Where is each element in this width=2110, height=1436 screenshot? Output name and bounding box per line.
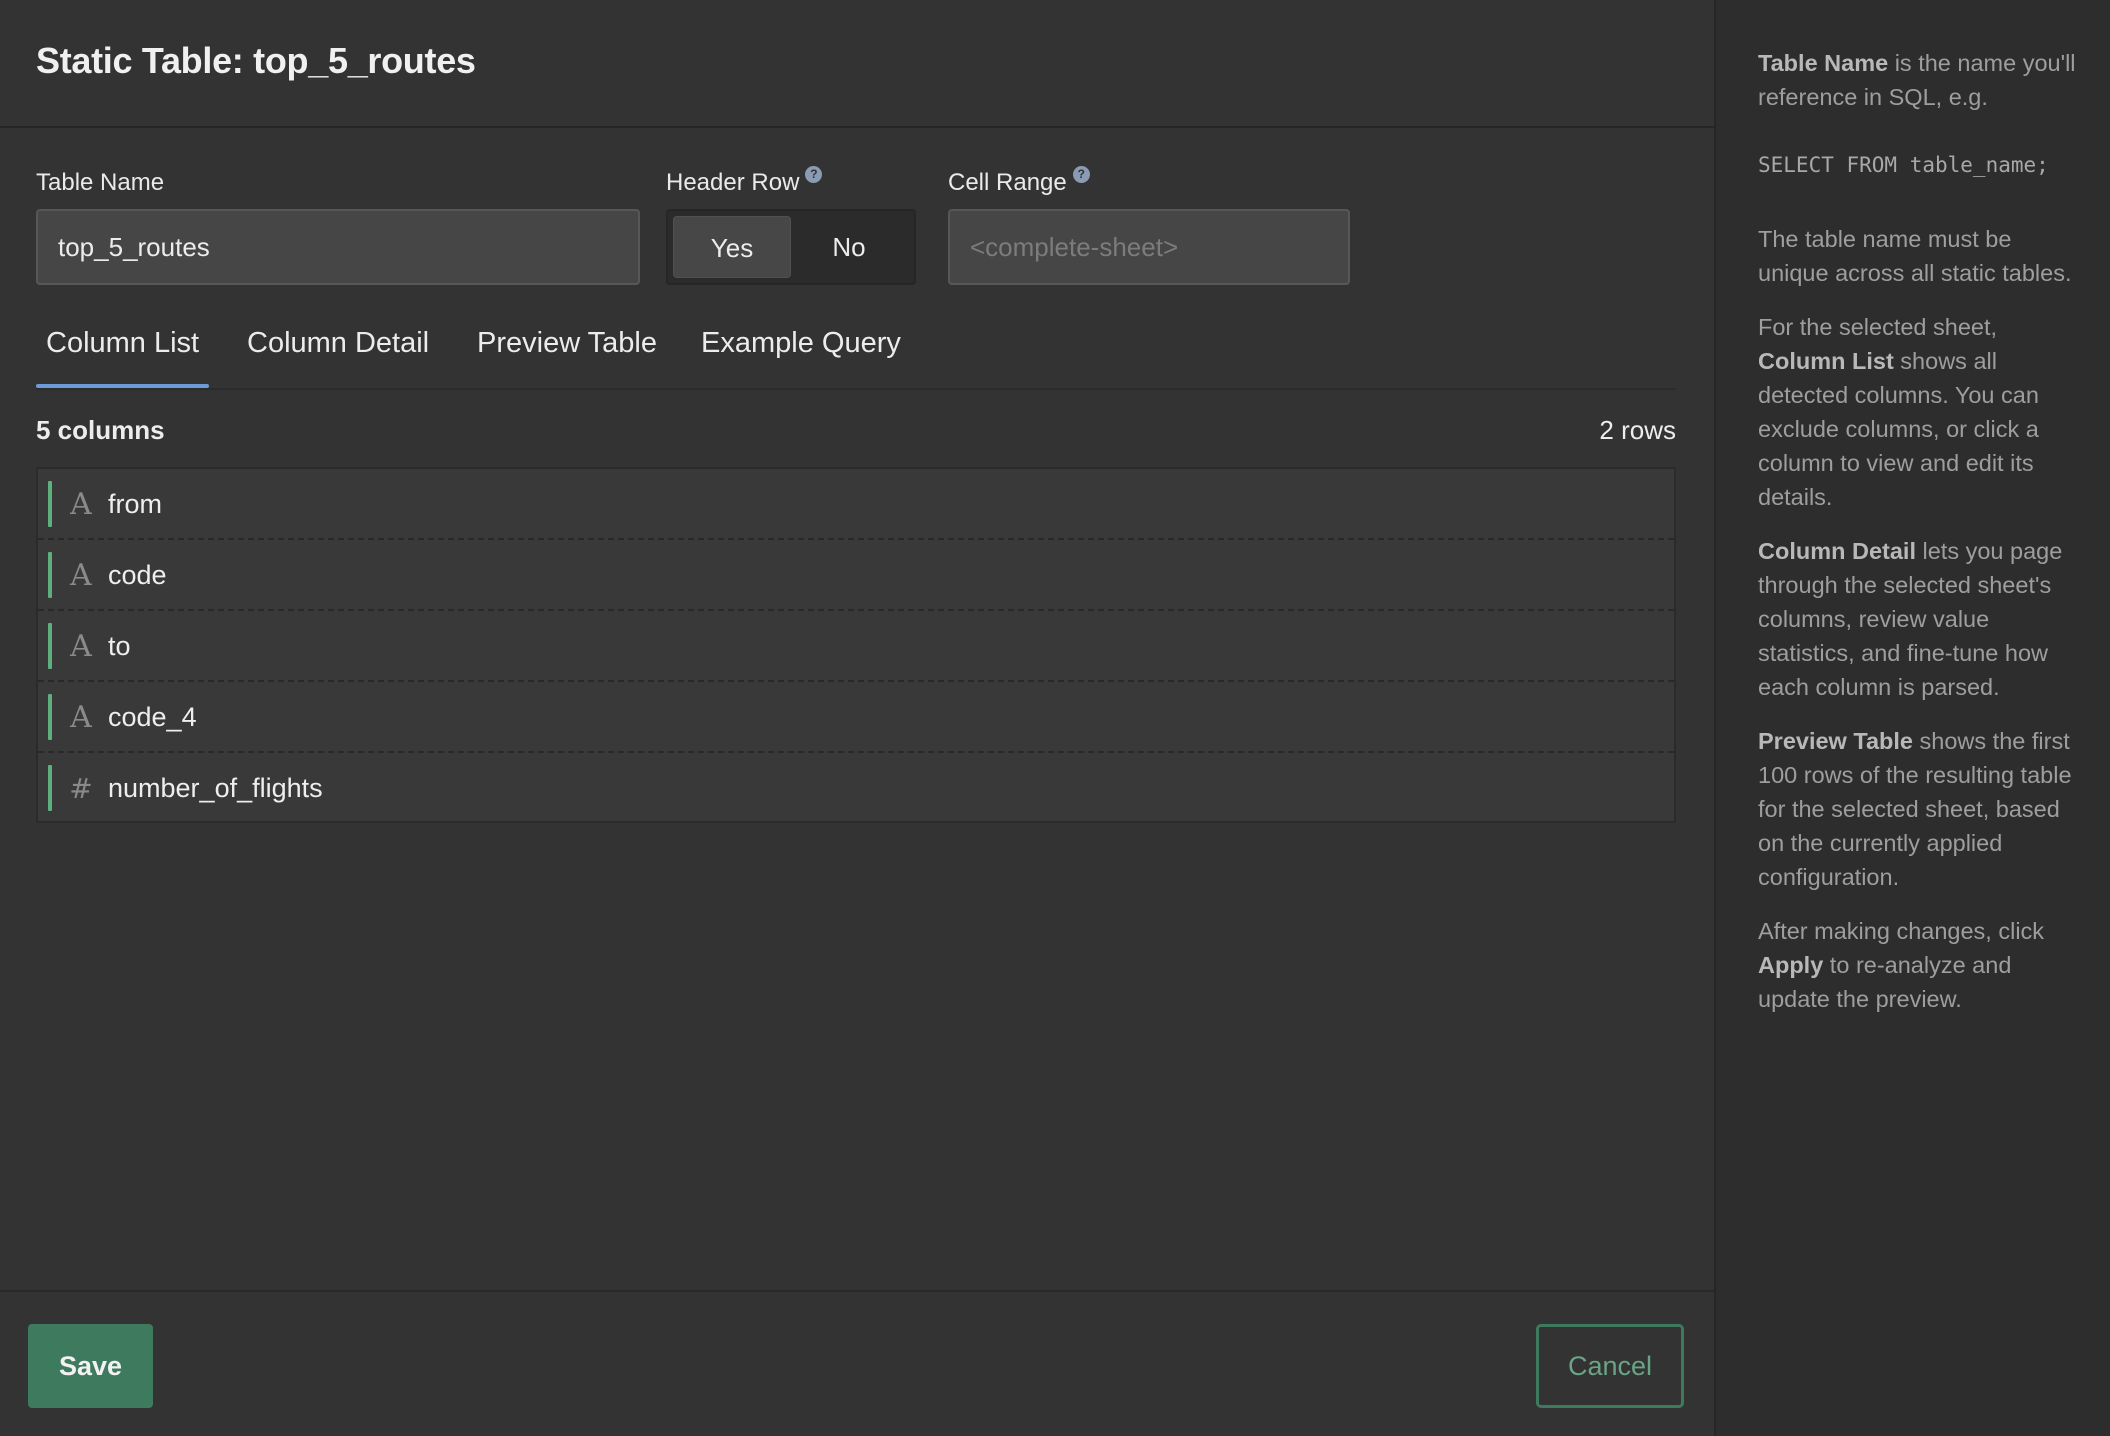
page-title: Static Table: top_5_routes <box>36 40 476 81</box>
help-term: Apply <box>1758 952 1824 978</box>
cell-range-label-text: Cell Range <box>948 169 1067 196</box>
table-settings-form: Table Name top_5_routes Header Row ? Yes… <box>36 166 1676 285</box>
list-item[interactable]: A from <box>38 469 1674 540</box>
column-list: A from A code A to A code_4 # number_of_… <box>36 467 1676 823</box>
tab-column-detail[interactable]: Column Detail <box>247 328 429 388</box>
page-header: Static Table: top_5_routes <box>0 0 1714 128</box>
column-name: code_4 <box>108 702 197 732</box>
column-name: to <box>108 631 131 661</box>
list-item[interactable]: # number_of_flights <box>38 753 1674 824</box>
help-term: Preview Table <box>1758 728 1913 754</box>
save-button[interactable]: Save <box>28 1324 153 1408</box>
help-sidebar: Table Name is the name you'll reference … <box>1714 0 2110 1436</box>
cell-range-field-group: Cell Range ? <complete-sheet> <box>948 166 1350 285</box>
sql-example: SELECT FROM table_name; <box>1758 153 2049 177</box>
tab-preview-table[interactable]: Preview Table <box>477 328 657 388</box>
cell-range-placeholder: <complete-sheet> <box>970 232 1179 262</box>
text-type-icon: A <box>70 558 92 593</box>
help-paragraph-column-list: For the selected sheet, Column List show… <box>1758 310 2080 514</box>
help-paragraph-preview-table: Preview Table shows the first 100 rows o… <box>1758 724 2080 894</box>
table-name-input[interactable]: top_5_routes <box>36 209 640 285</box>
include-indicator <box>48 481 52 527</box>
footer-bar: Save Cancel <box>0 1290 1714 1436</box>
column-name: number_of_flights <box>108 773 323 803</box>
column-name: code <box>108 560 167 590</box>
help-icon[interactable]: ? <box>1072 166 1090 183</box>
header-row-yes-option[interactable]: Yes <box>673 216 791 278</box>
main-panel: Static Table: top_5_routes Table Name to… <box>0 0 1714 1436</box>
cell-range-input[interactable]: <complete-sheet> <box>948 209 1350 285</box>
table-name-field-group: Table Name top_5_routes <box>36 168 640 285</box>
table-summary: 5 columns 2 rows <box>36 410 1676 450</box>
help-paragraph-unique: The table name must be unique across all… <box>1758 226 2072 286</box>
help-text: For the selected sheet, <box>1758 314 1998 340</box>
help-term: Column Detail <box>1758 538 1916 564</box>
help-paragraph-table-name: Table Name is the name you'll reference … <box>1758 46 2080 114</box>
help-paragraph-column-detail: Column Detail lets you page through the … <box>1758 534 2080 704</box>
tab-column-list[interactable]: Column List <box>35 328 210 388</box>
help-text: After making changes, click <box>1758 918 2045 944</box>
text-type-icon: A <box>70 700 92 735</box>
header-row-field-group: Header Row ? Yes No <box>666 166 916 285</box>
help-term: Column List <box>1758 348 1894 374</box>
text-type-icon: A <box>70 629 92 664</box>
cancel-button[interactable]: Cancel <box>1536 1324 1684 1408</box>
tab-bar: Column List Column Detail Preview Table … <box>35 318 1676 390</box>
include-indicator <box>48 623 52 669</box>
column-count: 5 columns <box>36 415 165 445</box>
list-item[interactable]: A code <box>38 540 1674 611</box>
header-row-toggle: Yes No <box>666 209 916 285</box>
help-paragraph-apply: After making changes, click Apply to re-… <box>1758 914 2080 1016</box>
number-type-icon: # <box>69 772 93 805</box>
column-name: from <box>108 489 162 519</box>
list-item[interactable]: A code_4 <box>38 682 1674 753</box>
help-term: Table Name <box>1758 50 1889 76</box>
table-name-label: Table Name <box>36 169 165 196</box>
include-indicator <box>48 552 52 598</box>
include-indicator <box>48 765 52 811</box>
list-item[interactable]: A to <box>38 611 1674 682</box>
header-row-label-text: Header Row <box>666 169 800 196</box>
include-indicator <box>48 694 52 740</box>
tab-example-query[interactable]: Example Query <box>701 328 901 388</box>
header-row-no-option[interactable]: No <box>790 216 908 278</box>
row-count: 2 rows <box>1599 415 1676 445</box>
text-type-icon: A <box>70 487 92 522</box>
help-icon[interactable]: ? <box>805 166 823 183</box>
cell-range-label: Cell Range ? <box>948 166 1350 198</box>
header-row-label: Header Row ? <box>666 166 916 198</box>
